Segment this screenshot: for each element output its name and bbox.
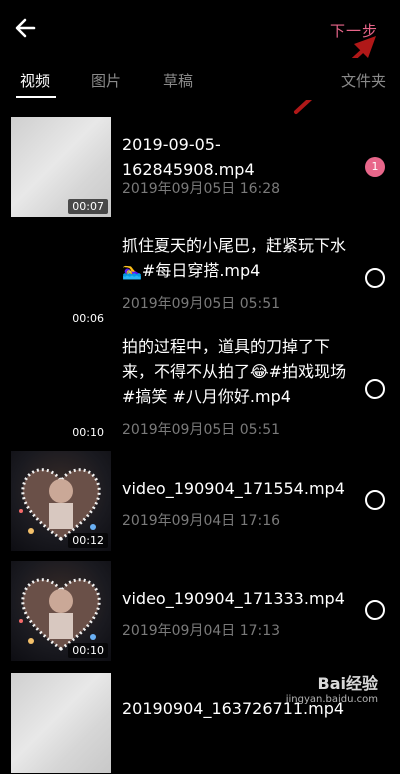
video-title: video_190904_171333.mp4 [122, 589, 345, 608]
video-thumbnail: 00:07 [11, 117, 111, 217]
tab-drafts[interactable]: 草稿 [163, 70, 193, 91]
tab-photos[interactable]: 图片 [91, 70, 121, 91]
video-thumbnail: 00:12 [11, 451, 111, 551]
select-checkbox[interactable] [365, 600, 385, 620]
video-thumbnail [11, 673, 111, 773]
video-title: 抓住夏天的小尾巴，赶紧玩下水🏊‍♀️#每日穿搭.mp4 [122, 236, 347, 280]
select-checkbox[interactable] [365, 268, 385, 288]
video-date: 2019年09月05日 05:51 [122, 296, 281, 312]
list-item[interactable]: 00:10 拍的过程中，道具的刀掉了下来，不得不从拍了😂#拍戏现场 #搞笑 #八… [0, 332, 400, 444]
video-date: 2019年09月05日 05:51 [122, 422, 281, 438]
arrow-left-icon[interactable] [12, 14, 40, 42]
list-item[interactable]: 00:12 video_190904_171554.mp4 2019年09月04… [0, 440, 400, 552]
duration-badge: 00:10 [68, 425, 108, 440]
list-item[interactable]: 00:07 2019-09-05-162845908.mp4 2019年09月0… [0, 106, 400, 218]
video-date: 2019年09月04日 17:16 [122, 513, 281, 529]
list-item[interactable]: 00:10 video_190904_171333.mp4 2019年09月04… [0, 550, 400, 662]
tab-videos[interactable]: 视频 [20, 70, 50, 91]
video-thumbnail: 00:06 [11, 229, 111, 329]
duration-badge: 00:12 [68, 533, 108, 548]
active-tab-indicator [16, 96, 56, 98]
video-thumbnail: 00:10 [11, 561, 111, 661]
tab-bar: 视频 图片 草稿 文件夹 [0, 58, 400, 100]
tab-folders[interactable]: 文件夹 [341, 70, 386, 91]
video-title: video_190904_171554.mp4 [122, 479, 345, 498]
select-checkbox[interactable] [365, 490, 385, 510]
list-item[interactable]: 00:06 抓住夏天的小尾巴，赶紧玩下水🏊‍♀️#每日穿搭.mp4 2019年0… [0, 218, 400, 330]
video-date: 2019年09月05日 16:28 [122, 181, 281, 197]
duration-badge: 00:07 [68, 199, 108, 214]
next-step-button[interactable]: 下一步 [330, 20, 378, 41]
list-item[interactable]: 20190904_163726711.mp4 [0, 662, 400, 774]
video-thumbnail: 00:10 [11, 343, 111, 443]
top-bar: 下一步 [0, 0, 400, 58]
select-checkbox[interactable] [365, 379, 385, 399]
video-title: 拍的过程中，道具的刀掉了下来，不得不从拍了😂#拍戏现场 #搞笑 #八月你好.mp… [122, 337, 352, 406]
duration-badge: 00:06 [68, 311, 108, 326]
selected-order-badge[interactable]: 1 [365, 157, 385, 177]
video-title: 20190904_163726711.mp4 [122, 699, 345, 718]
video-date: 2019年09月04日 17:13 [122, 623, 281, 639]
duration-badge: 00:10 [68, 643, 108, 658]
video-title: 2019-09-05-162845908.mp4 [122, 135, 255, 179]
